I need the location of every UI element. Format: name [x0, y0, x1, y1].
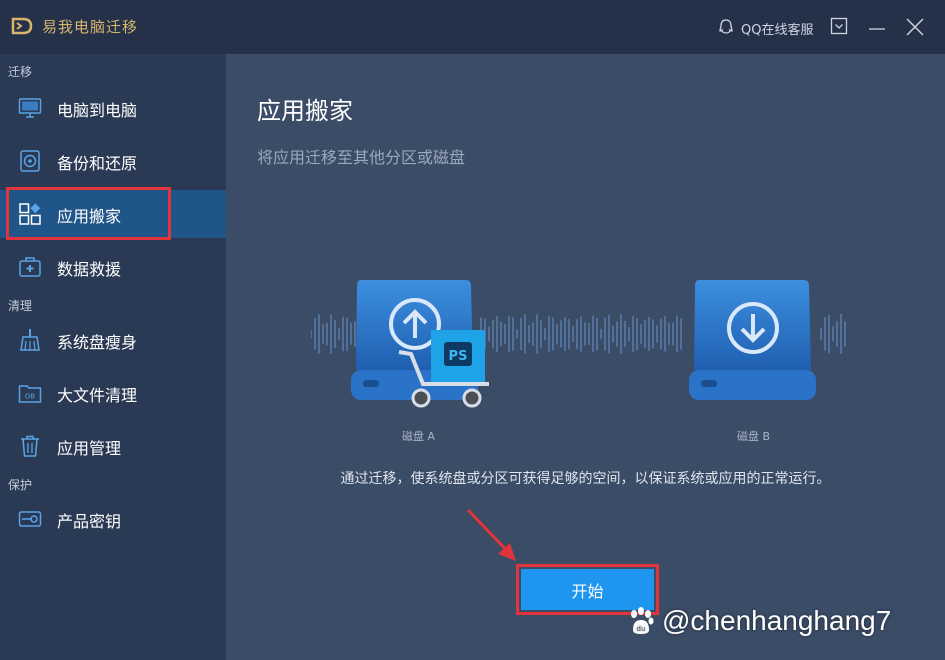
sidebar-item-label: 备份和还原 [57, 154, 138, 173]
watermark-text: @chenhanghang7 [662, 605, 892, 636]
pointer-arrow-icon [466, 508, 516, 561]
disk-b-label: 磁盘 B [737, 430, 771, 443]
sidebar-item-label: 应用管理 [57, 439, 122, 458]
main-panel: 应用搬家 将应用迁移至其他分区或磁盘 PS 磁盘 A 磁盘 B 通过迁移，使系统… [226, 54, 945, 660]
monitor-icon [18, 98, 42, 118]
sidebar-item-system-slim[interactable]: 系统盘瘦身 [0, 316, 226, 364]
qq-support-link[interactable]: QQ在线客服 [741, 19, 813, 38]
section-label-migrate: 迁移 [8, 65, 33, 79]
start-button[interactable]: 开始 [521, 569, 654, 610]
section-label-protect: 保护 [8, 478, 33, 492]
folder-gb-icon: GB [18, 385, 42, 403]
page-title: 应用搬家 [257, 97, 353, 125]
sidebar-item-label: 电脑到电脑 [57, 101, 138, 120]
paw-logo-icon: du [631, 607, 654, 634]
menu-icon[interactable] [830, 17, 848, 35]
sidebar-item-data-rescue[interactable]: 数据救援 [0, 243, 226, 291]
minimize-icon[interactable] [866, 16, 888, 38]
sidebar-item-label: 大文件清理 [57, 386, 138, 405]
sidebar: 迁移 电脑到电脑 备份和还原 应用搬家 数据救援 清理 系统盘瘦身 GB 大文件… [0, 54, 226, 660]
watermark: du @chenhanghang7 [626, 605, 891, 637]
migration-illustration: PS [311, 280, 846, 408]
migration-description: 通过迁移，使系统盘或分区可获得足够的空间，以保证系统或应用的正常运行。 [340, 471, 831, 487]
disk-b-icon [689, 280, 816, 400]
ps-badge: PS [449, 349, 468, 364]
svg-text:GB: GB [25, 393, 35, 401]
svg-text:du: du [637, 625, 646, 633]
qq-icon[interactable] [717, 18, 735, 36]
close-icon[interactable] [902, 14, 928, 40]
title-bar: 易我电脑迁移 QQ在线客服 [0, 0, 945, 54]
sidebar-item-product-key[interactable]: 产品密钥 [0, 495, 226, 543]
highlight-box-active-item [6, 187, 171, 240]
sidebar-item-app-manage[interactable]: 应用管理 [0, 422, 226, 470]
section-label-clean: 清理 [8, 299, 33, 313]
sidebar-item-label: 数据救援 [57, 260, 122, 279]
rescue-kit-icon [19, 257, 41, 277]
app-title: 易我电脑迁移 [42, 18, 139, 36]
trash-icon [21, 435, 39, 457]
backup-icon [20, 150, 40, 172]
sidebar-item-pc-to-pc[interactable]: 电脑到电脑 [0, 84, 226, 132]
sidebar-item-label: 系统盘瘦身 [57, 333, 138, 352]
sidebar-item-large-file-clean[interactable]: GB 大文件清理 [0, 369, 226, 417]
sidebar-item-backup-restore[interactable]: 备份和还原 [0, 137, 226, 185]
logo-icon [11, 17, 33, 35]
key-icon [18, 511, 42, 527]
disk-a-label: 磁盘 A [402, 430, 436, 443]
sidebar-item-label: 产品密钥 [57, 512, 122, 531]
page-subtitle: 将应用迁移至其他分区或磁盘 [257, 148, 466, 167]
broom-icon [20, 329, 40, 351]
